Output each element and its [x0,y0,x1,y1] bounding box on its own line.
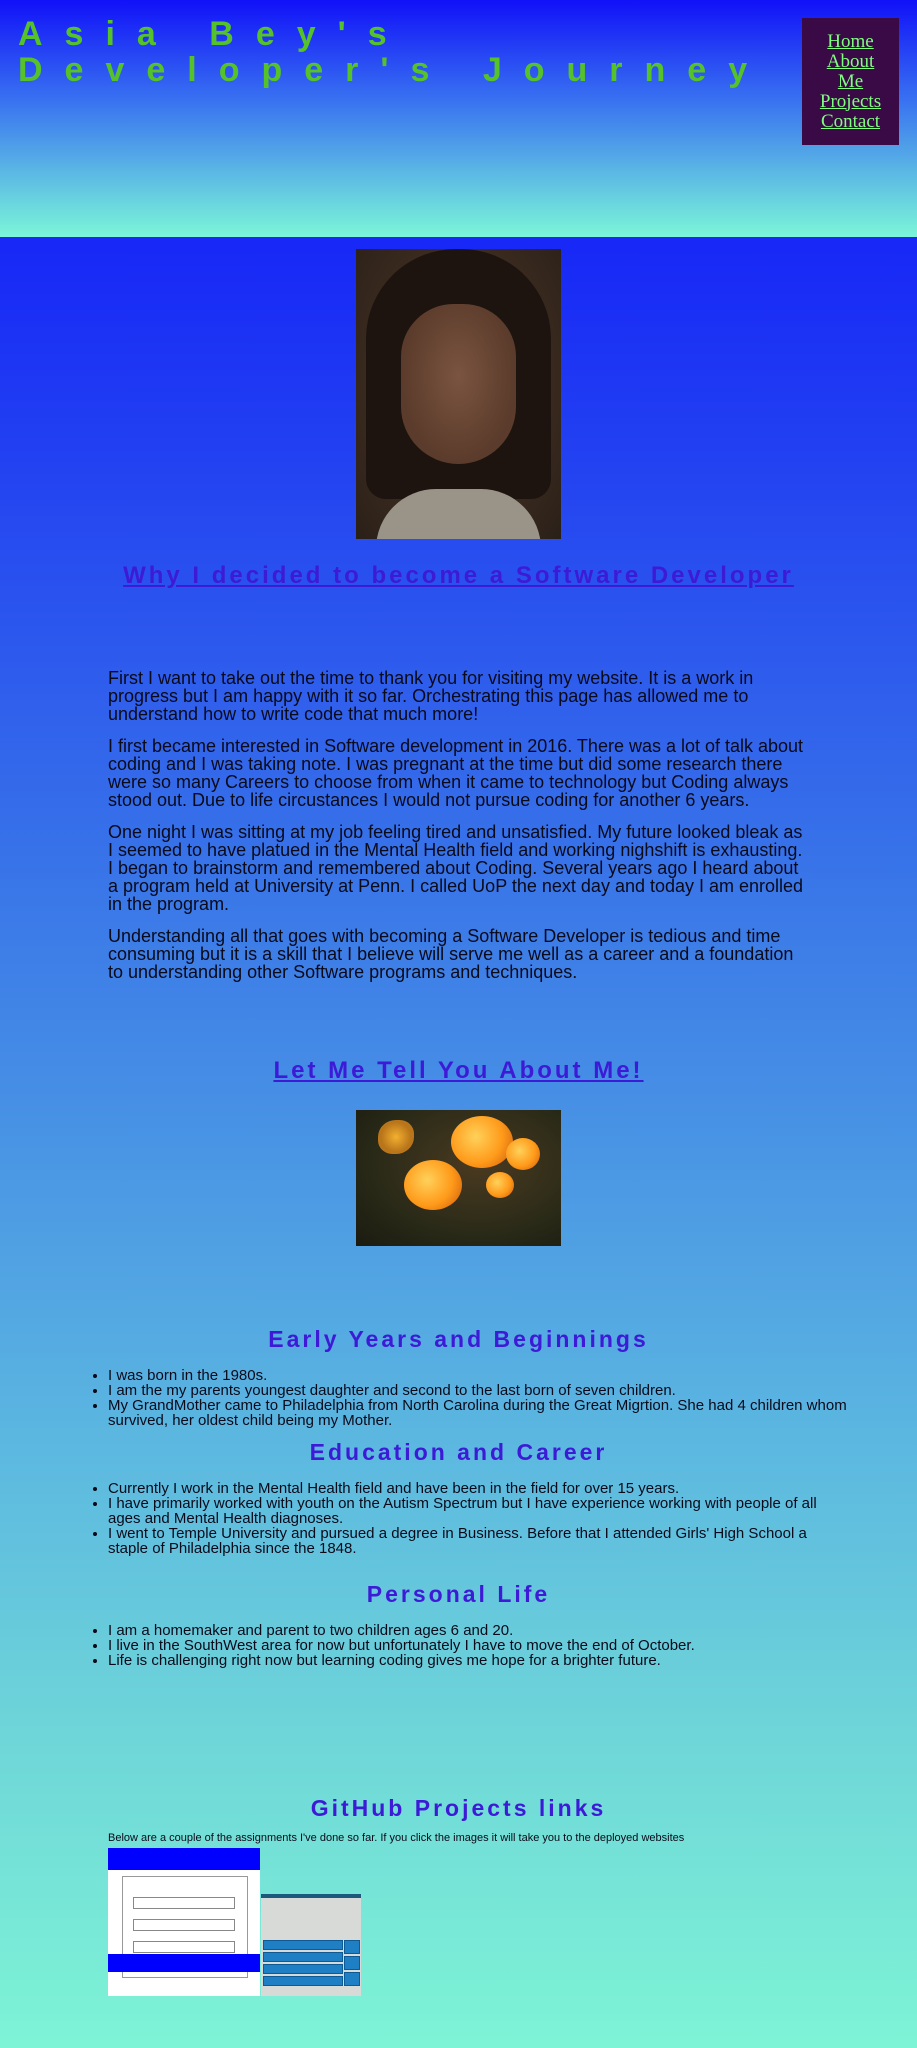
list-item: I am a homemaker and parent to two child… [108,1623,848,1638]
why-paragraph: Understanding all that goes with becomin… [108,926,794,982]
thumb-footer [108,1954,260,1972]
why-heading[interactable]: Why I decided to become a Software Devel… [0,562,917,590]
main-nav: Home About Me Projects Contact [802,18,899,145]
list-item: Currently I work in the Mental Health fi… [108,1481,848,1496]
project-thumbnail-1[interactable] [108,1848,260,1996]
thumb-block [344,1956,360,1970]
flower-bloom [404,1160,462,1210]
why-paragraph: First I want to take out the time to tha… [108,668,754,724]
nav-about-link[interactable]: About Me [816,51,886,92]
why-text: First I want to take out the time to tha… [108,669,808,995]
portrait-photo [356,249,561,539]
why-paragraph: I first became interested in Software de… [108,736,804,810]
site-header: Asia Bey's Developer's Journey Home Abou… [0,0,917,237]
list-item: I was born in the 1980s. [108,1368,848,1383]
why-paragraph: One night I was sitting at my job feelin… [108,822,804,914]
list-item: Life is challenging right now but learni… [108,1653,848,1668]
early-years-heading: Early Years and Beginnings [268,1326,649,1352]
flower-bloom [451,1116,513,1168]
flower-bloom [506,1138,540,1170]
personal-list: I am a homemaker and parent to two child… [84,1623,848,1668]
education-heading: Education and Career [309,1439,608,1465]
list-item: I am the my parents youngest daughter an… [108,1383,848,1398]
thumb-block [344,1972,360,1986]
portrait-face [401,304,516,464]
github-heading: GitHub Projects links [310,1795,607,1821]
thumb-header [108,1848,260,1870]
personal-heading: Personal Life [366,1581,551,1607]
thumb-block [344,1940,360,1954]
list-item: I went to Temple University and pursued … [108,1526,848,1556]
project-thumbnail-2[interactable] [261,1894,361,1996]
thumb-block [263,1964,343,1974]
flower-bloom [486,1172,514,1198]
nav-projects-link[interactable]: Projects [816,91,886,112]
list-item: I live in the SouthWest area for now but… [108,1638,848,1653]
github-intro: Below are a couple of the assignments I'… [108,1832,685,1844]
nav-contact-link[interactable]: Contact [816,111,886,132]
thumb-block [263,1940,343,1950]
education-list: Currently I work in the Mental Health fi… [84,1481,848,1556]
list-item: My GrandMother came to Philadelphia from… [108,1398,848,1428]
nav-home-link[interactable]: Home [816,31,886,52]
list-item: I have primarily worked with youth on th… [108,1496,848,1526]
site-title: Asia Bey's Developer's Journey [18,15,770,89]
early-years-list: I was born in the 1980s. I am the my par… [84,1368,848,1428]
thumb-block [263,1952,343,1962]
butterfly-flower-photo [356,1110,561,1246]
butterfly-icon [378,1120,414,1154]
thumb-header [261,1894,361,1898]
about-heading[interactable]: Let Me Tell You About Me! [0,1057,917,1085]
thumb-block [263,1976,343,1986]
